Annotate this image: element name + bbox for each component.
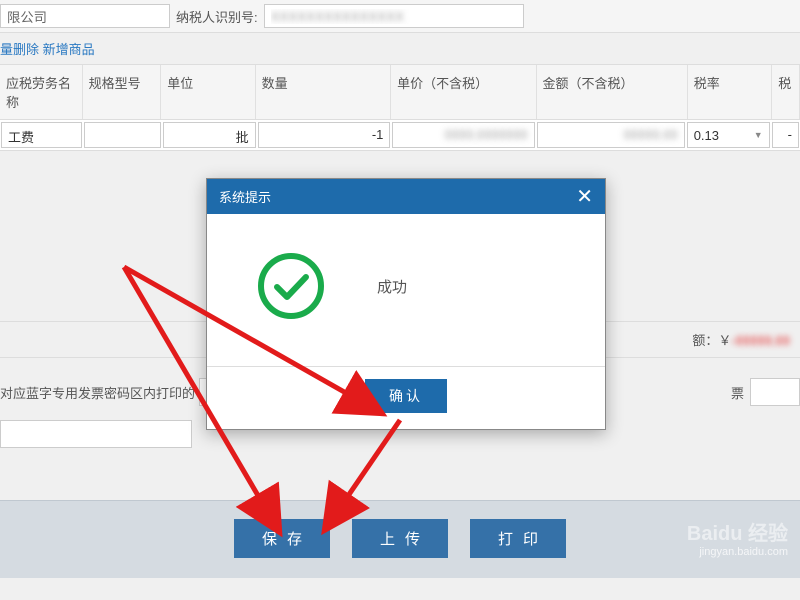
blue-invoice-prefix: 对应蓝字专用发票密码区内打印的 bbox=[0, 383, 195, 402]
table-row: 工费 批 -1 0000.0000000 00000.00 0.13 ▼ - bbox=[0, 120, 800, 151]
bottom-button-bar: 保存 上传 打印 bbox=[0, 500, 800, 578]
tax-id-label: 纳税人识别号: bbox=[176, 7, 258, 26]
remain-label: 额：￥ bbox=[692, 333, 731, 348]
cell-amount[interactable]: 00000.00 bbox=[537, 122, 685, 148]
remain-value: -00000.00 bbox=[731, 333, 790, 348]
blue-invoice-input-3[interactable] bbox=[0, 420, 192, 448]
dialog-header: 系统提示 ✕ bbox=[207, 179, 605, 214]
cell-qty[interactable]: -1 bbox=[258, 122, 391, 148]
col-spec: 规格型号 bbox=[83, 65, 162, 119]
action-links: 量删除 新增商品 bbox=[0, 33, 800, 64]
cell-price[interactable]: 0000.0000000 bbox=[392, 122, 534, 148]
batch-delete-link[interactable]: 量删除 bbox=[0, 42, 39, 57]
system-prompt-dialog: 系统提示 ✕ 成功 确认 bbox=[206, 178, 606, 430]
add-product-link[interactable]: 新增商品 bbox=[43, 42, 95, 57]
blue-invoice-suffix: 票 bbox=[731, 383, 744, 402]
cell-spec[interactable] bbox=[84, 122, 161, 148]
col-tax: 税 bbox=[772, 65, 800, 119]
col-name: 应税劳务名称 bbox=[0, 65, 83, 119]
dialog-body: 成功 bbox=[207, 214, 605, 366]
success-check-icon bbox=[255, 250, 327, 322]
tax-id-input[interactable] bbox=[264, 4, 524, 28]
col-unit: 单位 bbox=[161, 65, 255, 119]
dialog-footer: 确认 bbox=[207, 366, 605, 429]
confirm-button[interactable]: 确认 bbox=[365, 379, 447, 413]
cell-rate-value: 0.13 bbox=[694, 128, 719, 143]
top-form-row: 纳税人识别号: bbox=[0, 0, 800, 33]
watermark-url: jingyan.baidu.com bbox=[687, 546, 788, 558]
cell-unit[interactable]: 批 bbox=[163, 122, 256, 148]
upload-button[interactable]: 上传 bbox=[352, 519, 448, 558]
col-price: 单价（不含税） bbox=[391, 65, 536, 119]
cell-tax[interactable]: - bbox=[772, 122, 799, 148]
watermark: Baidu 经验 jingyan.baidu.com bbox=[687, 517, 788, 558]
close-icon[interactable]: ✕ bbox=[576, 189, 593, 205]
company-name-input[interactable] bbox=[0, 4, 170, 28]
print-button[interactable]: 打印 bbox=[470, 519, 566, 558]
save-button[interactable]: 保存 bbox=[234, 519, 330, 558]
table-header: 应税劳务名称 规格型号 单位 数量 单价（不含税） 金额（不含税） 税率 税 bbox=[0, 64, 800, 120]
dialog-title: 系统提示 bbox=[219, 187, 271, 206]
watermark-brand: Baidu 经验 bbox=[687, 517, 788, 546]
blue-invoice-input-2[interactable] bbox=[750, 378, 800, 406]
dialog-message: 成功 bbox=[377, 276, 407, 297]
col-amount: 金额（不含税） bbox=[537, 65, 688, 119]
col-qty: 数量 bbox=[256, 65, 392, 119]
cell-name[interactable]: 工费 bbox=[1, 122, 82, 148]
col-rate: 税率 bbox=[688, 65, 773, 119]
chevron-down-icon: ▼ bbox=[754, 130, 763, 140]
cell-rate-select[interactable]: 0.13 ▼ bbox=[687, 122, 770, 148]
